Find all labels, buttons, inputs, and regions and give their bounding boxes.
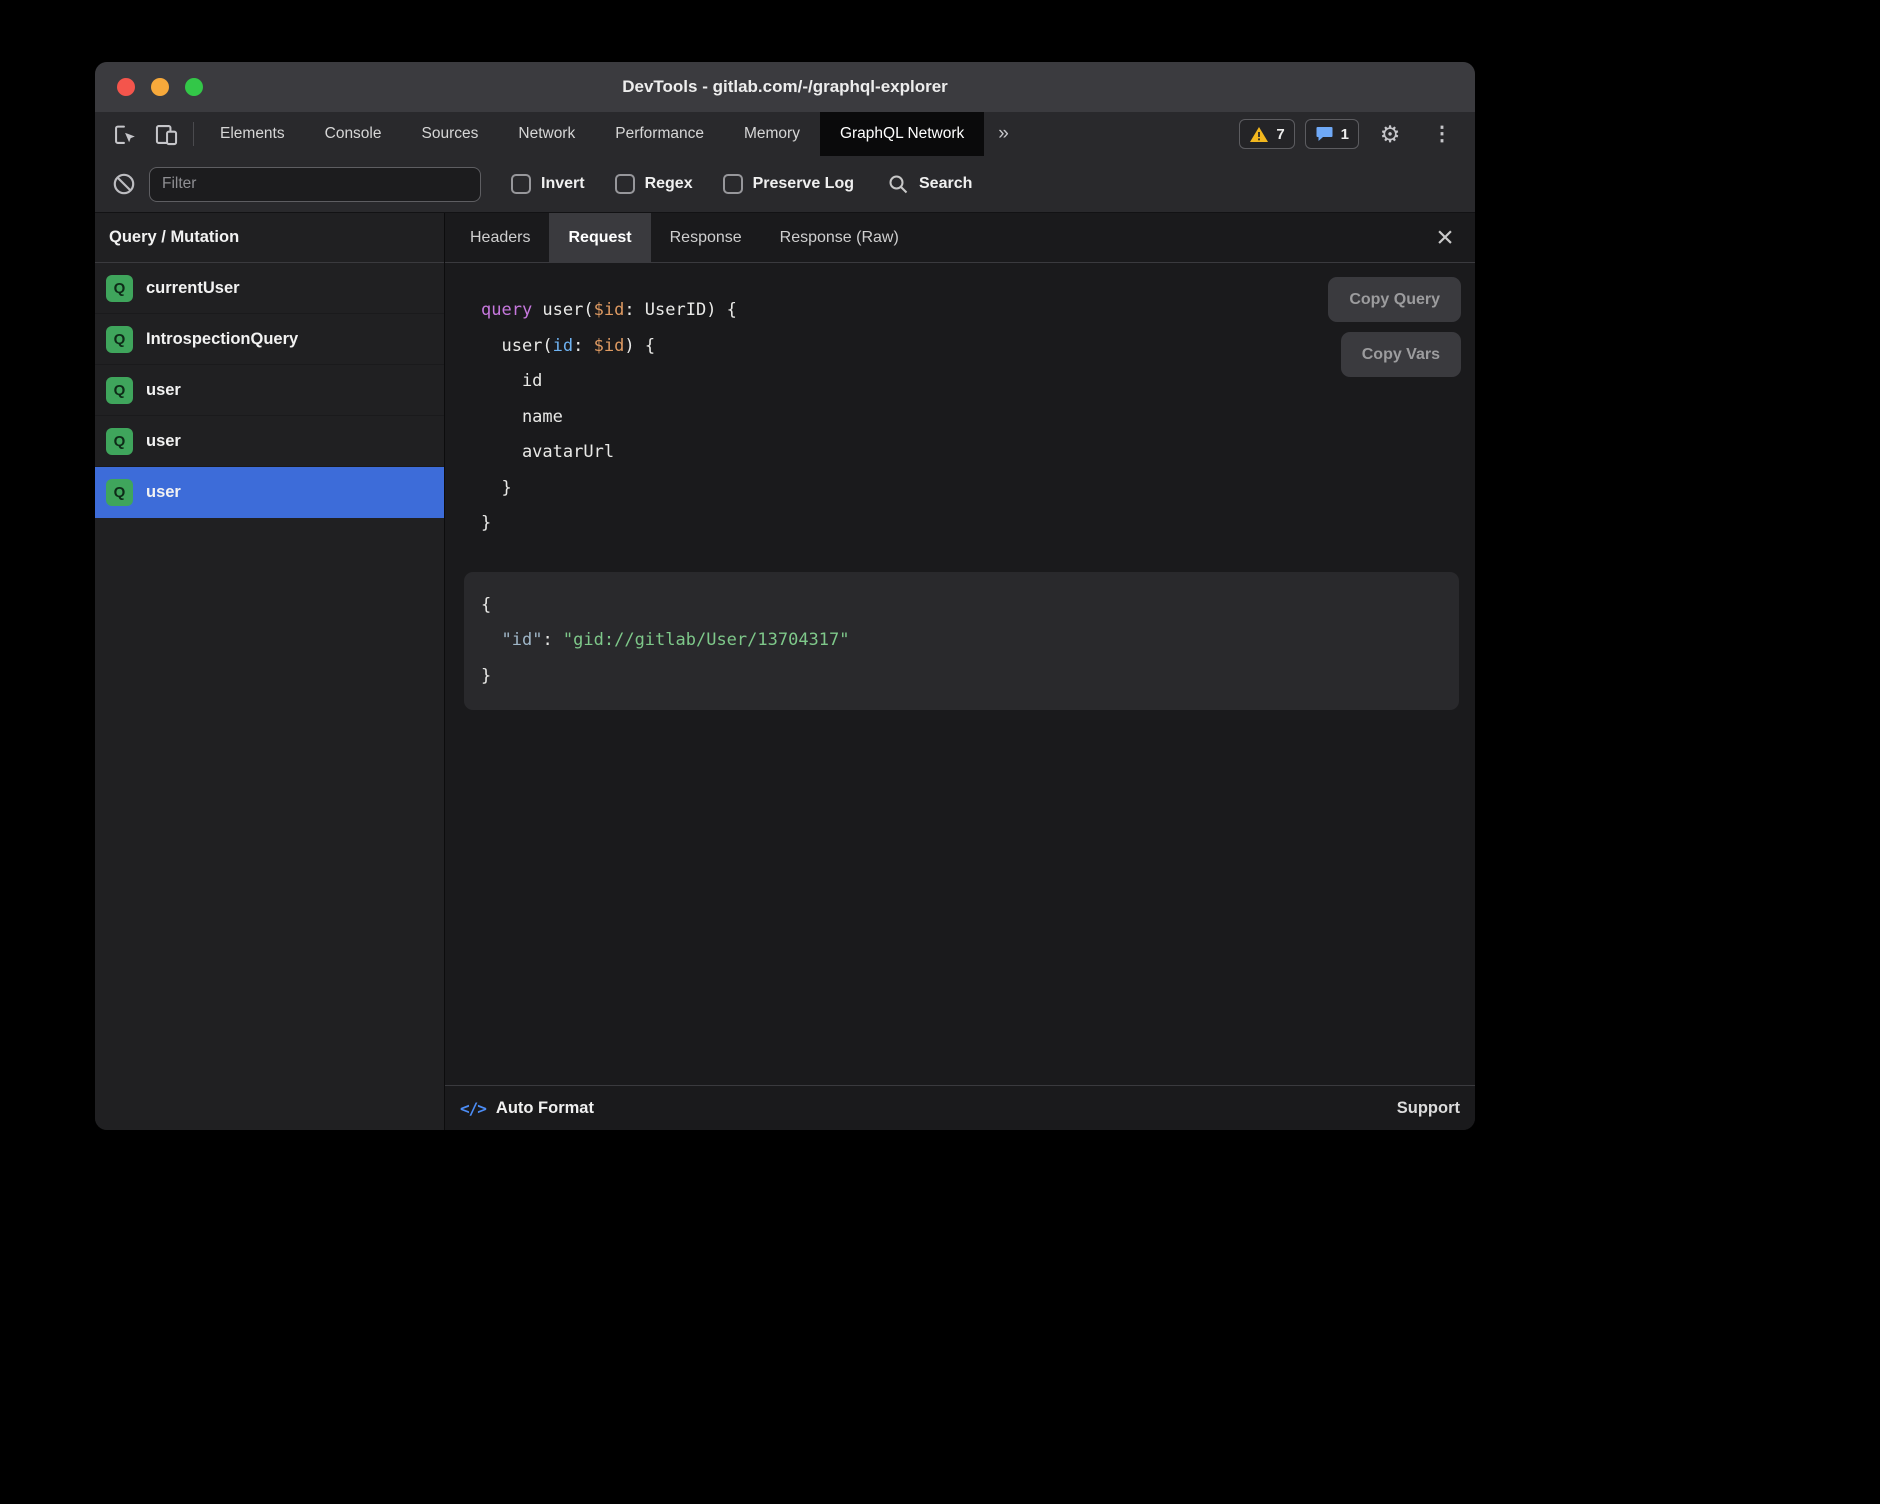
kebab-menu-icon[interactable]: ⋮: [1421, 124, 1463, 144]
warning-count: 7: [1276, 126, 1284, 143]
network-toolbar: Invert Regex Preserve Log Search: [95, 156, 1475, 213]
query-list-item[interactable]: Quser: [95, 365, 444, 416]
preserve-log-checkbox-label: Preserve Log: [753, 175, 854, 193]
sidebar-header: Query / Mutation: [95, 213, 444, 263]
invert-checkbox[interactable]: [511, 174, 531, 194]
warning-icon: [1249, 126, 1269, 143]
query-sidebar: Query / Mutation QcurrentUserQIntrospect…: [95, 213, 445, 1130]
code-format-icon: </>: [460, 1099, 486, 1118]
regex-checkbox-label: Regex: [645, 175, 693, 193]
copy-query-button[interactable]: Copy Query: [1328, 277, 1461, 322]
issue-count: 1: [1341, 126, 1349, 143]
preserve-log-checkbox[interactable]: [723, 174, 743, 194]
query-name: user: [146, 381, 181, 400]
panel-footer: </> Auto Format Support: [445, 1085, 1475, 1130]
query-name: currentUser: [146, 279, 240, 298]
minimize-window-button[interactable]: [151, 78, 169, 96]
query-list-item[interactable]: QcurrentUser: [95, 263, 444, 314]
search-control[interactable]: Search: [886, 172, 972, 196]
query-type-badge: Q: [106, 377, 133, 404]
zoom-window-button[interactable]: [185, 78, 203, 96]
request-content: Copy Query Copy Vars query user($id: Use…: [445, 263, 1475, 1085]
tab-request[interactable]: Request: [549, 213, 650, 262]
query-type-badge: Q: [106, 479, 133, 506]
tab-response[interactable]: Response: [651, 213, 761, 262]
devtools-tab-memory[interactable]: Memory: [724, 112, 820, 156]
inspect-element-button[interactable]: [103, 112, 145, 156]
auto-format-button[interactable]: </> Auto Format: [460, 1099, 594, 1118]
block-icon: [111, 171, 137, 197]
filter-options: Invert Regex Preserve Log: [481, 174, 854, 194]
tab-headers[interactable]: Headers: [451, 213, 549, 262]
query-list-item[interactable]: Quser: [95, 467, 444, 518]
copy-vars-button[interactable]: Copy Vars: [1341, 332, 1461, 377]
query-list: QcurrentUserQIntrospectionQueryQuserQuse…: [95, 263, 444, 518]
devtools-tab-console[interactable]: Console: [305, 112, 402, 156]
query-list-item[interactable]: Quser: [95, 416, 444, 467]
query-type-badge: Q: [106, 326, 133, 353]
query-name: user: [146, 483, 181, 502]
regex-checkbox[interactable]: [615, 174, 635, 194]
warnings-badge[interactable]: 7: [1239, 119, 1294, 149]
devtools-tab-graphql-network[interactable]: GraphQL Network: [820, 112, 984, 156]
window-titlebar[interactable]: DevTools - gitlab.com/-/graphql-explorer: [95, 62, 1475, 112]
graphql-variables-code: { "id": "gid://gitlab/User/13704317"}: [481, 588, 1439, 695]
detail-panel: HeadersRequestResponseResponse (Raw) × C…: [445, 213, 1475, 1130]
devtools-tab-bar: ElementsConsoleSourcesNetworkPerformance…: [95, 112, 1475, 156]
support-link[interactable]: Support: [1397, 1099, 1460, 1118]
regex-checkbox-group[interactable]: Regex: [615, 174, 693, 194]
devtools-tab-elements[interactable]: Elements: [200, 112, 305, 156]
query-name: user: [146, 432, 181, 451]
settings-gear-icon[interactable]: ⚙: [1369, 123, 1411, 146]
tab-response-raw[interactable]: Response (Raw): [761, 213, 918, 262]
devtools-tab-list: ElementsConsoleSourcesNetworkPerformance…: [200, 112, 984, 156]
window-title: DevTools - gitlab.com/-/graphql-explorer: [95, 77, 1475, 97]
preserve-log-checkbox-group[interactable]: Preserve Log: [723, 174, 854, 194]
query-list-item[interactable]: Q IntrospectionQuery: [95, 314, 444, 365]
close-icon: ×: [1436, 223, 1454, 253]
device-toolbar-button[interactable]: [145, 112, 187, 156]
devtools-tab-network[interactable]: Network: [498, 112, 595, 156]
close-panel-button[interactable]: ×: [1427, 213, 1463, 262]
devtools-tab-performance[interactable]: Performance: [595, 112, 724, 156]
detail-tab-bar: HeadersRequestResponseResponse (Raw) ×: [445, 213, 1475, 263]
devtools-window: DevTools - gitlab.com/-/graphql-explorer…: [95, 62, 1475, 1130]
clear-requests-button[interactable]: [111, 171, 137, 197]
invert-checkbox-group[interactable]: Invert: [511, 174, 585, 194]
traffic-lights: [117, 62, 203, 112]
query-type-badge: Q: [106, 428, 133, 455]
close-window-button[interactable]: [117, 78, 135, 96]
tabbar-separator: [193, 122, 194, 146]
tabbar-right-controls: 7 1 ⚙ ⋮: [1239, 112, 1475, 156]
message-bubble-icon: [1315, 125, 1334, 143]
search-label: Search: [919, 175, 972, 193]
inspect-cursor-icon: [111, 121, 138, 148]
query-name: IntrospectionQuery: [146, 330, 298, 349]
device-toolbar-icon: [153, 121, 180, 148]
detail-tab-list: HeadersRequestResponseResponse (Raw): [451, 213, 918, 262]
invert-checkbox-label: Invert: [541, 175, 585, 193]
more-tabs-button[interactable]: »: [984, 112, 1023, 156]
query-type-badge: Q: [106, 275, 133, 302]
graphql-query-code: query user($id: UserID) { user(id: $id) …: [445, 263, 1475, 542]
main-split: Query / Mutation QcurrentUserQIntrospect…: [95, 213, 1475, 1130]
search-icon: [886, 172, 910, 196]
variables-box: { "id": "gid://gitlab/User/13704317"}: [464, 572, 1459, 711]
issues-badge[interactable]: 1: [1305, 119, 1359, 149]
devtools-tab-sources[interactable]: Sources: [402, 112, 499, 156]
auto-format-label: Auto Format: [496, 1099, 594, 1118]
filter-input[interactable]: [149, 167, 481, 202]
